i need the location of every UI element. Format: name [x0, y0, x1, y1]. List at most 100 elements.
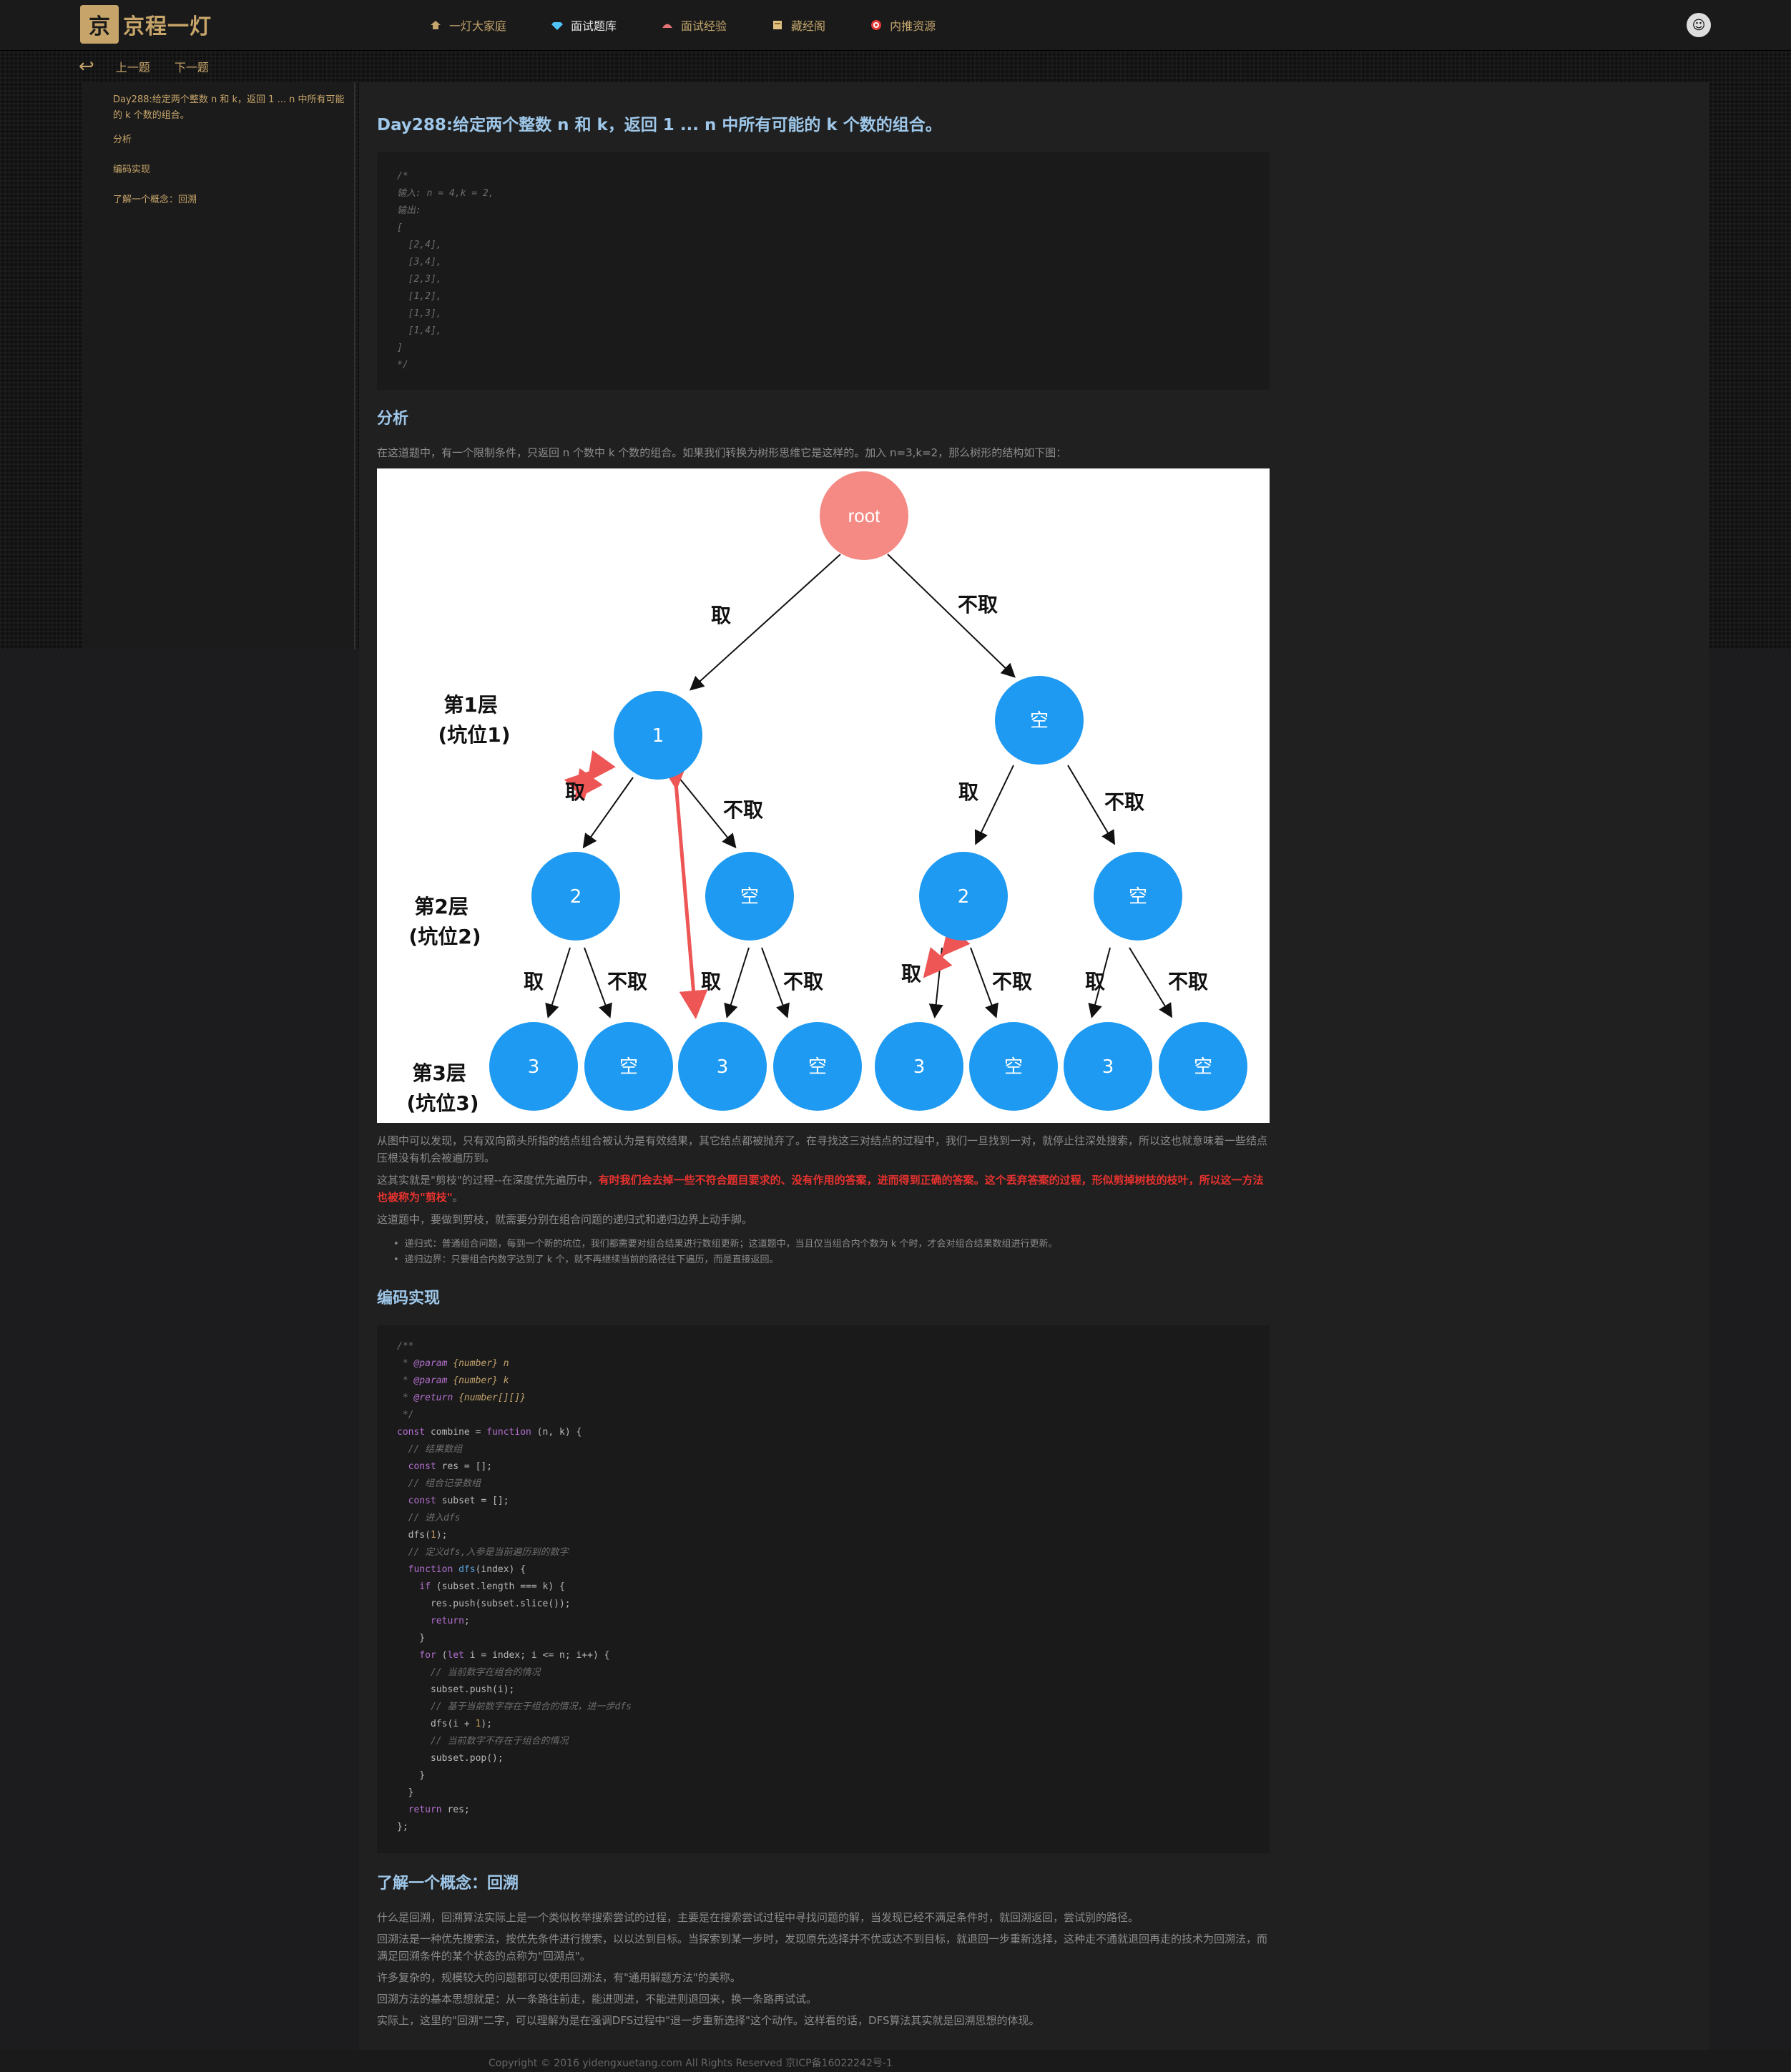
logo-mark: 京: [80, 5, 119, 44]
nav-item-library[interactable]: 藏经阁: [771, 16, 825, 34]
concept-para: 实际上，这里的"回溯"二字，可以理解为是在强调DFS过程中"退一步重新选择"这个…: [377, 2014, 1040, 2027]
node-label: 空: [1129, 886, 1147, 908]
nav-label: 藏经阁: [791, 19, 826, 33]
nav-item-experience[interactable]: 面试经验: [661, 16, 727, 34]
book-icon: [773, 21, 782, 29]
user-avatar[interactable]: ☺: [1687, 13, 1711, 37]
edge-label: 取: [711, 604, 731, 627]
edge: [1129, 947, 1173, 1018]
node-label: 空: [740, 886, 759, 908]
nav-item-referral[interactable]: 内推资源: [870, 16, 936, 34]
edge: [582, 777, 634, 849]
level-label: 第3层 (坑位3): [406, 1061, 479, 1115]
code-line: // 进入dfs: [397, 1513, 461, 1523]
nav-item-family[interactable]: 一灯大家庭: [429, 16, 506, 34]
code-line: ]: [397, 343, 403, 353]
code-line: 输出:: [397, 205, 421, 216]
edge-label: 取: [958, 780, 978, 804]
pruning-bullets: 递归式：普通组合问题，每到一个新的坑位，我们都需要对组合结果进行数组更新；这道题…: [393, 1237, 1273, 1268]
code-line: };: [397, 1822, 408, 1832]
edge-label: 取: [524, 970, 544, 993]
concept-para: 许多复杂的，规模较大的问题都可以使用回溯法，有"通用解题方法"的美称。: [377, 1971, 741, 1984]
node-label: 3: [1102, 1056, 1114, 1078]
para-valid-results: 从图中可以发现，只有双向箭头所指的结点组合被认为是有效结果，其它结点都被抛弃了。…: [377, 1134, 1268, 1164]
analysis-heading: 分析: [377, 410, 409, 428]
edge-label: 取: [701, 970, 721, 993]
para-pruning-how: 这道题中，要做到剪枝，就需要分别在组合问题的递归式和递归边界上动手脚。: [377, 1213, 753, 1226]
prev-question-link[interactable]: 上一题: [116, 58, 150, 75]
edge-label: 不取: [783, 970, 823, 993]
top-navbar: 京 京程一灯 一灯大家庭 面试题库 面试经验 藏经阁 内推资源 ☺: [0, 0, 1791, 51]
nav-label: 面试题库: [571, 19, 617, 33]
diamond-icon: [551, 22, 564, 30]
code-line: // 组合记录数组: [397, 1478, 481, 1489]
site-logo[interactable]: 京 京程一灯: [80, 4, 212, 44]
node-label: 空: [1030, 710, 1049, 732]
hat-icon: [662, 24, 673, 28]
concept-para: 回溯法是一种优先搜索法，按优先条件进行搜索，以以达到目标。当探索到某一步时，发现…: [377, 1933, 1268, 1963]
code-line: // 基于当前数字存在于组合的情况，进一步dfs: [397, 1702, 632, 1712]
edge: [724, 947, 750, 1018]
code-line: // 结果数组: [397, 1444, 463, 1455]
code-line: subset.push(i);: [397, 1684, 515, 1695]
edge: [545, 947, 571, 1018]
toc-item-coding[interactable]: 编码实现: [113, 162, 349, 178]
toc-item-analysis[interactable]: 分析: [113, 132, 349, 148]
code-line: // 定义dfs,入参是当前遍历到的数字: [397, 1547, 569, 1558]
edge: [584, 947, 612, 1018]
toc-item-concept[interactable]: 了解一个概念：回溯: [113, 192, 349, 208]
code-line: return;: [397, 1616, 470, 1626]
code-line: * @return {number[][]}: [397, 1393, 526, 1403]
target-icon: [871, 20, 882, 30]
code-line: /*: [397, 171, 408, 182]
edge-label: 不取: [1104, 790, 1144, 814]
code-line: /**: [397, 1341, 414, 1352]
edge-label: 不取: [958, 593, 998, 617]
node-label: 1: [652, 725, 664, 747]
pruning-text-a: 这其实就是"剪枝"的过程--在深度优先遍历中，: [377, 1174, 599, 1187]
question-subnav: ↩ 上一题 下一题: [79, 54, 233, 79]
node-label: 空: [808, 1056, 827, 1078]
level-label: 第1层 (坑位1): [438, 693, 510, 747]
code-line: // 当前数字在组合的情况: [397, 1667, 541, 1678]
red-double-arrow: [659, 760, 708, 1019]
node-label: 2: [958, 886, 970, 908]
back-arrow-icon[interactable]: ↩: [79, 56, 94, 77]
code-line: * @param {number} k: [397, 1375, 509, 1386]
list-item: 递归边界：只要组合内数字达到了 k 个，就不再继续当前的路径往下遍历，而是直接返…: [393, 1252, 1273, 1268]
nav-label: 面试经验: [681, 19, 727, 33]
copyright-text: Copyright © 2016 yidengxuetang.com All R…: [489, 2058, 893, 2069]
code-line: }: [397, 1770, 426, 1781]
code-line: */: [397, 360, 408, 370]
home-icon: [431, 21, 441, 29]
code-line: dfs(1);: [397, 1530, 448, 1541]
code-line: dfs(i + 1);: [397, 1719, 493, 1729]
code-line: [: [397, 222, 403, 233]
code-line: [1,3],: [397, 308, 442, 319]
level-label: 第2层 (坑位2): [408, 895, 481, 948]
nav-label: 一灯大家庭: [449, 19, 507, 33]
code-line: */: [397, 1410, 414, 1420]
list-item: 递归式：普通组合问题，每到一个新的坑位，我们都需要对组合结果进行数组更新；这道题…: [393, 1237, 1273, 1252]
main-nav: 一灯大家庭 面试题库 面试经验 藏经阁 内推资源: [429, 0, 980, 50]
footer: Copyright © 2016 yidengxuetang.com All R…: [0, 2050, 1791, 2072]
logo-text: 京程一灯: [123, 14, 212, 39]
edge-label: 取: [565, 780, 585, 804]
code-line: const res = [];: [397, 1461, 493, 1472]
node-label: 空: [1004, 1056, 1023, 1078]
pruning-text-c: 。: [452, 1191, 463, 1204]
node-label: root: [848, 505, 881, 526]
code-line: const subset = [];: [397, 1496, 509, 1506]
node-label: 3: [913, 1056, 926, 1078]
toc-item-title[interactable]: Day288:给定两个整数 n 和 k，返回 1 ... n 中所有可能的 k …: [113, 92, 349, 124]
code-line: subset.pop();: [397, 1753, 504, 1764]
example-code-block: /* 输入: n = 4,k = 2, 输出: [ [2,4], [3,4], …: [377, 152, 1270, 390]
code-line: function dfs(index) {: [397, 1564, 526, 1575]
code-line: if (subset.length === k) {: [397, 1581, 565, 1592]
next-question-link[interactable]: 下一题: [175, 58, 209, 75]
code-line: }: [397, 1787, 414, 1798]
para-pruning: 这其实就是"剪枝"的过程--在深度优先遍历中，有时我们会去掉一些不符合题目要求的…: [377, 1172, 1270, 1206]
edge-label: 不取: [607, 970, 647, 993]
nav-item-questions[interactable]: 面试题库: [551, 16, 617, 34]
node-label: 3: [528, 1056, 540, 1078]
